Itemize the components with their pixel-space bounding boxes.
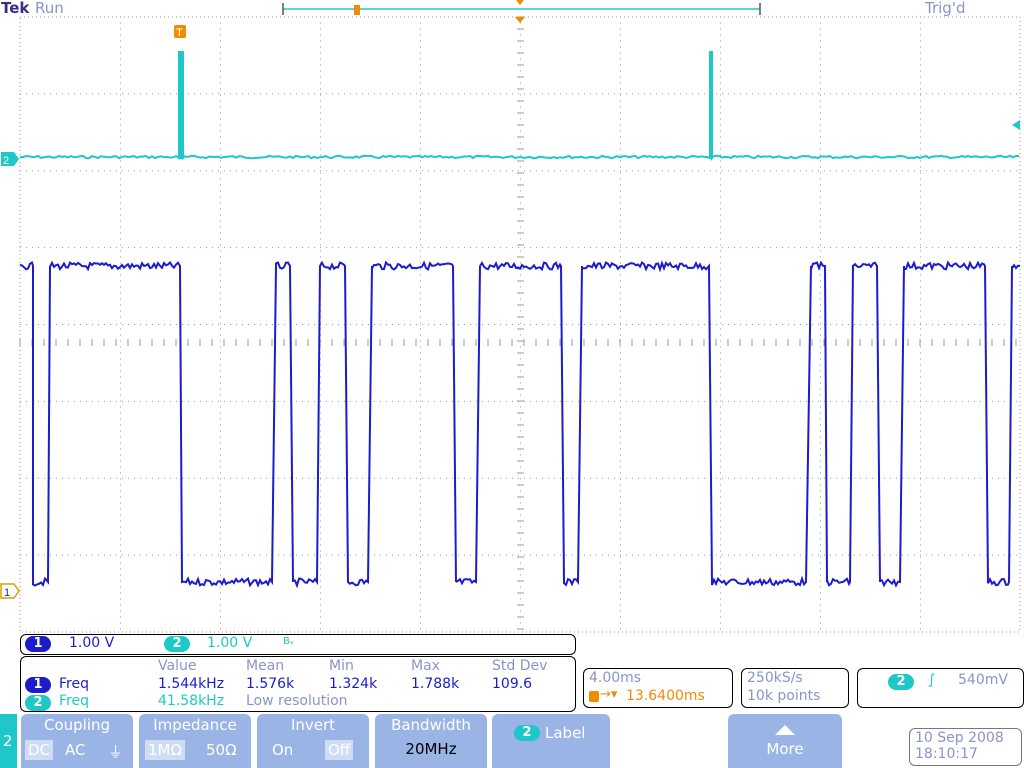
bandwidth-value: 20MHz — [405, 740, 457, 758]
trigger-settings[interactable]: 2 ∫ 540mV — [857, 668, 1024, 708]
meas-row2-name: Freq — [59, 693, 89, 709]
oscilloscope-screen: Tek Run Trig'd T 2 1 1 1.00 V 2 1.00 V B… — [0, 0, 1024, 768]
trigger-level[interactable]: 540mV — [958, 672, 1008, 688]
record-view-bar[interactable] — [282, 0, 761, 15]
ch1-ground-marker[interactable]: 1 — [0, 583, 20, 599]
label-channel-badge: 2 — [514, 725, 540, 741]
meas-row1-std-dev: 109.6 — [492, 676, 533, 692]
bandwidth-limit-icon: Bᵥ — [283, 636, 295, 647]
coupling-ground-icon[interactable]: ⏚ — [105, 740, 126, 763]
meas-row1-name: Freq — [59, 676, 89, 692]
coupling-button[interactable]: Coupling DC AC ⏚ — [21, 714, 133, 768]
sample-rate: 250kS/s — [747, 670, 803, 686]
trigger-slope-icon: ∫ — [928, 672, 936, 688]
more-button[interactable]: More — [728, 714, 842, 768]
svg-text:2: 2 — [3, 155, 9, 167]
ch2-trace — [19, 51, 1019, 162]
impedance-button[interactable]: Impedance 1MΩ 50Ω — [139, 714, 251, 768]
record-length: 10k points — [747, 688, 821, 704]
header-value: Value — [158, 658, 197, 674]
horizontal-scale[interactable]: 4.00ms — [589, 670, 641, 686]
coupling-dc-option[interactable]: DC — [25, 740, 54, 760]
ch1-badge[interactable]: 1 — [25, 636, 51, 652]
acquisition-settings[interactable]: 250kS/s 10k points — [741, 668, 849, 708]
menu-channel-tab[interactable]: 2 — [0, 714, 17, 768]
meas-row2-note: Low resolution — [246, 693, 348, 709]
meas-row2-value: 41.58kHz — [158, 693, 225, 709]
waveform-display[interactable]: T 2 1 — [0, 0, 1024, 640]
header-mean: Mean — [246, 658, 285, 674]
coupling-ac-option[interactable]: AC — [62, 740, 88, 760]
svg-text:1: 1 — [4, 587, 10, 599]
chevron-up-icon — [775, 725, 795, 735]
invert-off-option[interactable]: Off — [325, 740, 354, 760]
bandwidth-button[interactable]: Bandwidth 20MHz — [375, 714, 487, 768]
invert-button[interactable]: Invert On Off — [257, 714, 369, 768]
graticule-center-ticks — [19, 16, 1017, 630]
trigger-time-marker[interactable]: T — [174, 25, 186, 39]
impedance-1mohm-option[interactable]: 1MΩ — [145, 740, 185, 760]
trigger-marker-label: T — [176, 27, 183, 39]
ch2-scale[interactable]: 1.00 V — [207, 635, 252, 651]
bandwidth-title: Bandwidth — [391, 716, 471, 734]
ch2-ground-marker[interactable]: 2 — [1, 152, 19, 167]
graticule-dots — [20, 16, 1017, 630]
impedance-50ohm-option[interactable]: 50Ω — [203, 740, 240, 760]
invert-title: Invert — [290, 716, 336, 734]
label-title: Label — [545, 724, 586, 742]
meas-row1-value: 1.544kHz — [158, 676, 225, 692]
header-max: Max — [411, 658, 440, 674]
meas-row1-max: 1.788k — [411, 676, 460, 692]
meas-row1-min: 1.324k — [329, 676, 378, 692]
header-min: Min — [329, 658, 354, 674]
header-std-dev: Std Dev — [492, 658, 548, 674]
time-text: 18:10:17 — [915, 746, 978, 762]
delay-arrow-icon: →▾ — [600, 687, 618, 702]
trigger-level-arrow — [1012, 120, 1020, 130]
graticule-grid — [19, 16, 1017, 630]
label-button[interactable]: 2 Label — [492, 714, 610, 768]
invert-on-option[interactable]: On — [269, 740, 296, 760]
ch2-badge[interactable]: 2 — [164, 636, 190, 652]
delay-trigger-icon — [589, 691, 599, 702]
menu-channel-number: 2 — [3, 732, 13, 750]
meas-row1-channel-badge: 1 — [25, 677, 51, 693]
horizontal-delay[interactable]: 13.6400ms — [626, 688, 705, 704]
more-title: More — [766, 740, 804, 758]
trigger-source-badge: 2 — [888, 674, 914, 690]
meas-row1-mean: 1.576k — [246, 676, 295, 692]
measurements-panel[interactable]: Value Mean Min Max Std Dev 1 Freq 1.544k… — [20, 656, 576, 712]
coupling-title: Coupling — [43, 716, 111, 734]
ch1-scale[interactable]: 1.00 V — [69, 635, 114, 651]
impedance-title: Impedance — [153, 716, 237, 734]
date-text: 10 Sep 2008 — [915, 730, 1004, 746]
datetime-box: 10 Sep 2008 18:10:17 — [909, 728, 1022, 766]
trigger-position-marker — [515, 17, 525, 23]
horizontal-settings[interactable]: 4.00ms →▾ 13.6400ms — [583, 668, 733, 708]
meas-row2-channel-badge: 2 — [25, 695, 51, 711]
channel-settings-bar[interactable]: 1 1.00 V 2 1.00 V Bᵥ — [20, 634, 576, 655]
